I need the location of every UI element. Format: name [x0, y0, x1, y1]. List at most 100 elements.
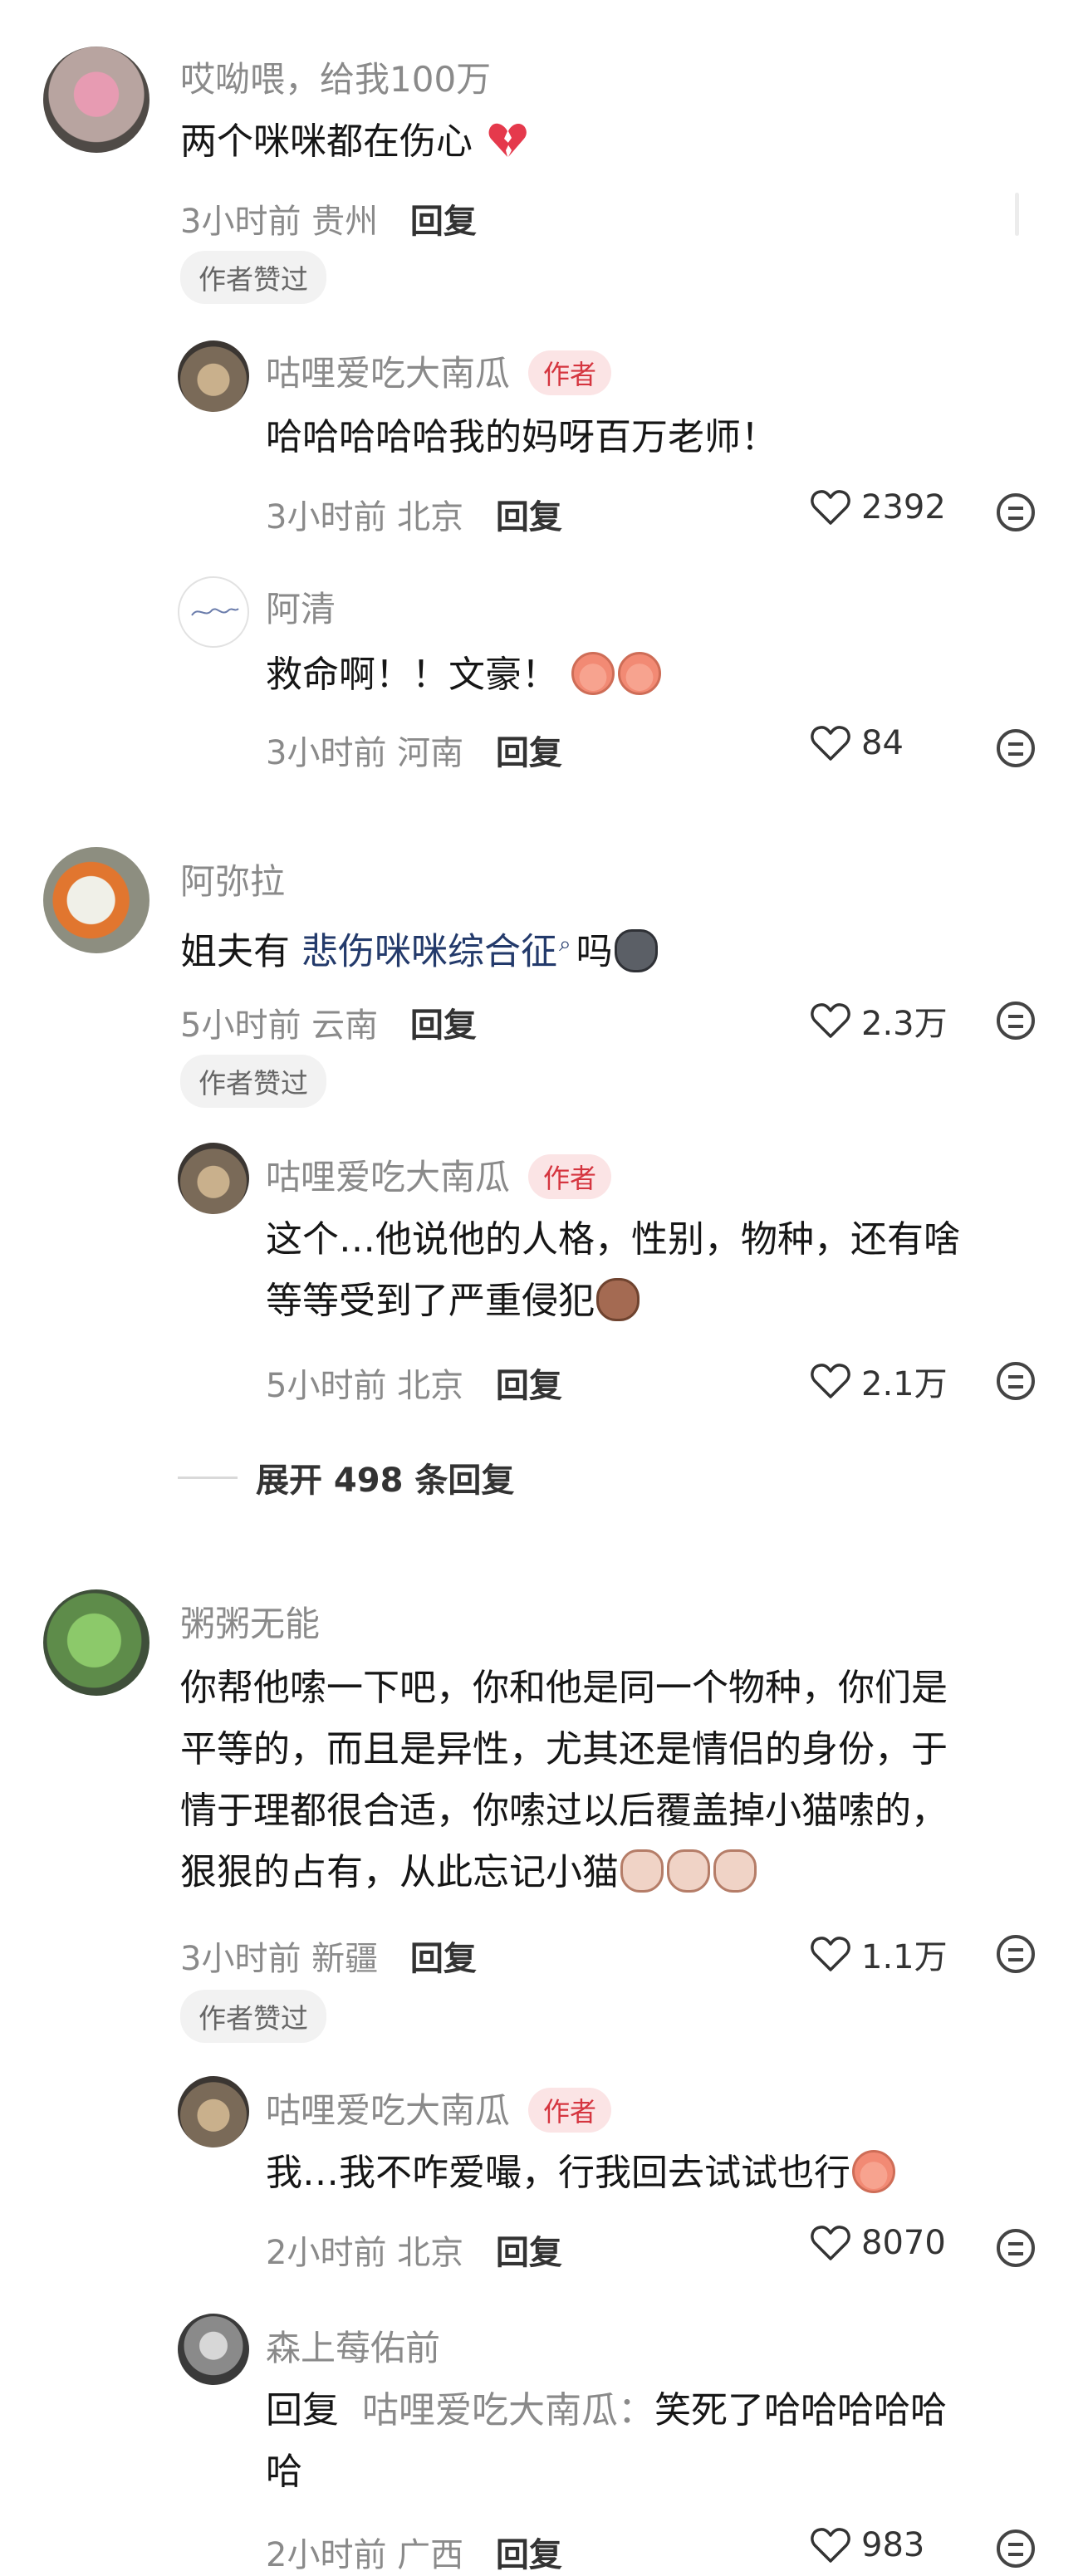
comment-location: 云南 — [311, 1006, 379, 1045]
heart-icon — [811, 726, 850, 761]
reply-text: 我…我不咋爱嘬，行我回去试试也行 — [266, 2143, 897, 2204]
reply-text-line-with-emoji: 等等受到了严重侵犯 — [266, 1271, 960, 1332]
comment-text-line: 你帮他嗦一下吧，你和他是同一个物种，你们是 — [180, 1667, 948, 1709]
crying-face-icon — [571, 652, 615, 695]
dislike-face-icon[interactable] — [997, 1362, 1035, 1400]
dislike-face-icon[interactable] — [997, 1935, 1035, 1973]
username[interactable]: 咕哩爱吃大南瓜 作者 — [266, 2083, 612, 2136]
expand-replies-button[interactable]: 展开 498 条回复 — [178, 1453, 514, 1501]
reply-time: 3小时前 — [266, 498, 387, 536]
reply-to-user[interactable]: 咕哩爱吃大南瓜： — [362, 2389, 654, 2432]
reply-text-line-1: 回复 咕哩爱吃大南瓜：笑死了哈哈哈哈哈 — [266, 2380, 947, 2441]
reply-button[interactable]: 回复 — [496, 734, 562, 772]
like-count: 2.3万 — [861, 1005, 948, 1043]
username-text[interactable]: 咕哩爱吃大南瓜 — [266, 353, 510, 394]
like-button[interactable]: 2392 — [810, 488, 946, 526]
reply-button[interactable]: 回复 — [496, 498, 562, 536]
reply-text-line: 笑死了哈哈哈哈哈 — [654, 2389, 947, 2432]
comment-time: 3小时前 — [180, 203, 301, 241]
comment-text-line: 情于理都很合适，你嗦过以后覆盖掉小猫嗦的， — [180, 1790, 948, 1832]
heart-icon — [811, 1003, 850, 1038]
reply-location: 北京 — [397, 2234, 464, 2272]
reply-location: 广西 — [397, 2536, 464, 2574]
avatar[interactable] — [43, 47, 149, 153]
comment-text: 你帮他嗦一下吧，你和他是同一个物种，你们是 平等的，而且是异性，尤其还是情侣的身… — [180, 1658, 948, 1903]
reply-meta: 2小时前 广西 回复 — [266, 2528, 562, 2576]
avatar[interactable] — [178, 2076, 249, 2147]
reply-location: 北京 — [397, 1367, 464, 1405]
comment-text-after: 吗 — [576, 930, 613, 973]
username[interactable]: 咕哩爱吃大南瓜 作者 — [266, 1149, 612, 1202]
reply-button[interactable]: 回复 — [496, 2536, 562, 2574]
comment-location: 新疆 — [311, 1940, 379, 1978]
username[interactable]: 森上莓佑前 — [266, 2320, 440, 2371]
author-badge: 作者 — [528, 350, 612, 395]
username[interactable]: 阿弥拉 — [180, 854, 285, 904]
avatar[interactable] — [43, 1589, 149, 1696]
heart-icon — [811, 1937, 850, 1971]
reply-meta: 5小时前 北京 回复 — [266, 1359, 562, 1407]
like-count: 84 — [861, 724, 904, 762]
like-count: 1.1万 — [861, 1938, 948, 1976]
like-button[interactable]: 983 — [810, 2526, 924, 2564]
author-badge: 作者 — [528, 2087, 612, 2133]
reply-text-body: 我…我不咋爱嘬，行我回去试试也行 — [266, 2152, 850, 2194]
expand-replies-label[interactable]: 展开 498 条回复 — [256, 1453, 514, 1501]
username[interactable]: 咕哩爱吃大南瓜 作者 — [266, 345, 612, 399]
reply-meta: 2小时前 北京 回复 — [266, 2226, 562, 2274]
avatar[interactable] — [178, 340, 249, 412]
avatar[interactable] — [178, 2314, 249, 2385]
heart-icon — [811, 490, 850, 525]
dislike-face-icon[interactable] — [997, 1002, 1035, 1040]
author-badge: 作者 — [528, 1153, 612, 1199]
reply-meta: 3小时前 北京 回复 — [266, 490, 562, 538]
reply-text-line: 这个…他说他的人格，性别，物种，还有啥 — [266, 1218, 960, 1261]
reply-button[interactable]: 回复 — [410, 1006, 477, 1045]
reply-button[interactable]: 回复 — [410, 203, 477, 241]
topic-link[interactable]: 悲伤咪咪综合征 — [301, 931, 557, 973]
comment-time: 3小时前 — [180, 1940, 301, 1978]
reply-text: 回复 咕哩爱吃大南瓜：笑死了哈哈哈哈哈 哈 — [266, 2380, 947, 2503]
like-button[interactable]: 8070 — [810, 2224, 946, 2262]
search-icon: ⌕ — [559, 932, 571, 957]
dislike-face-icon[interactable] — [997, 729, 1035, 767]
avatar[interactable] — [178, 1143, 249, 1214]
dislike-face-icon[interactable] — [997, 2529, 1035, 2568]
comment-text-body: 两个咪咪都在伤心 — [180, 120, 473, 163]
broken-heart-icon — [486, 119, 529, 162]
author-liked-tag: 作者赞过 — [180, 251, 326, 304]
like-button[interactable]: 84 — [810, 724, 904, 762]
dislike-face-icon[interactable] — [997, 493, 1035, 531]
crying-face-icon — [852, 2150, 895, 2193]
like-button[interactable]: 1.1万 — [810, 1930, 948, 1978]
username[interactable]: 阿清 — [266, 581, 336, 632]
username[interactable]: 粥粥无能 — [180, 1596, 320, 1647]
dislike-face-icon[interactable] — [997, 2229, 1035, 2267]
reply-button[interactable]: 回复 — [410, 1940, 477, 1978]
reply-text-line: 哈 — [266, 2451, 302, 2493]
cat-face-icon — [620, 1849, 664, 1893]
reply-text: 哈哈哈哈哈我的妈呀百万老师！ — [266, 416, 777, 458]
username-text[interactable]: 咕哩爱吃大南瓜 — [266, 2090, 510, 2131]
username-text[interactable]: 咕哩爱吃大南瓜 — [266, 1157, 510, 1197]
comment-meta: 5小时前 云南 回复 — [180, 998, 477, 1046]
reply-time: 2小时前 — [266, 2536, 387, 2574]
like-count: 2392 — [861, 488, 946, 526]
like-button[interactable]: 2.3万 — [810, 997, 948, 1045]
like-button[interactable]: 2.1万 — [810, 1357, 948, 1405]
like-count: 8070 — [861, 2224, 946, 2262]
comment-text-line: 平等的，而且是异性，尤其还是情侣的身份，于 — [180, 1728, 948, 1770]
reply-button[interactable]: 回复 — [496, 2234, 562, 2272]
heart-icon — [811, 1364, 850, 1398]
heart-icon — [811, 2226, 850, 2260]
reply-location: 河南 — [397, 734, 464, 772]
username[interactable]: 哎呦喂，给我100万 — [180, 51, 491, 102]
reply-text-line: 等等受到了严重侵犯 — [266, 1280, 595, 1322]
comment-location: 贵州 — [311, 203, 379, 241]
comment-text: 两个咪咪都在伤心 — [180, 111, 531, 173]
reply-time: 2小时前 — [266, 2234, 387, 2272]
scroll-indicator[interactable] — [1015, 193, 1019, 236]
reply-button[interactable]: 回复 — [496, 1367, 562, 1405]
avatar[interactable] — [178, 576, 249, 648]
avatar[interactable] — [43, 847, 149, 953]
